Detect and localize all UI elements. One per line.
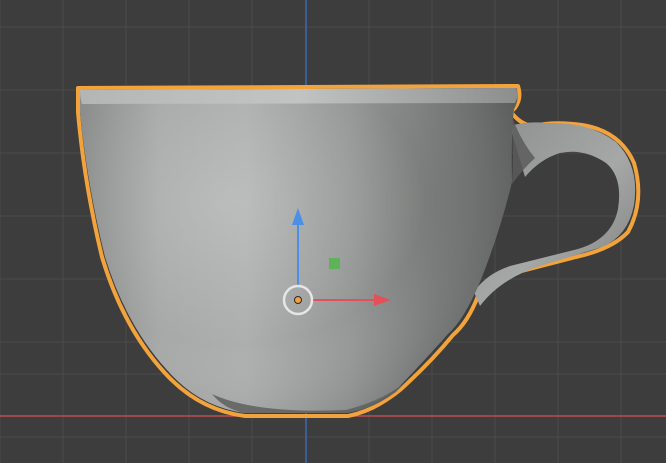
teacup-rim [80,88,518,104]
3d-viewport[interactable] [0,0,666,463]
origin-dot-icon [294,296,302,304]
viewport-canvas[interactable] [0,0,666,463]
square-handle-icon[interactable] [329,258,340,269]
